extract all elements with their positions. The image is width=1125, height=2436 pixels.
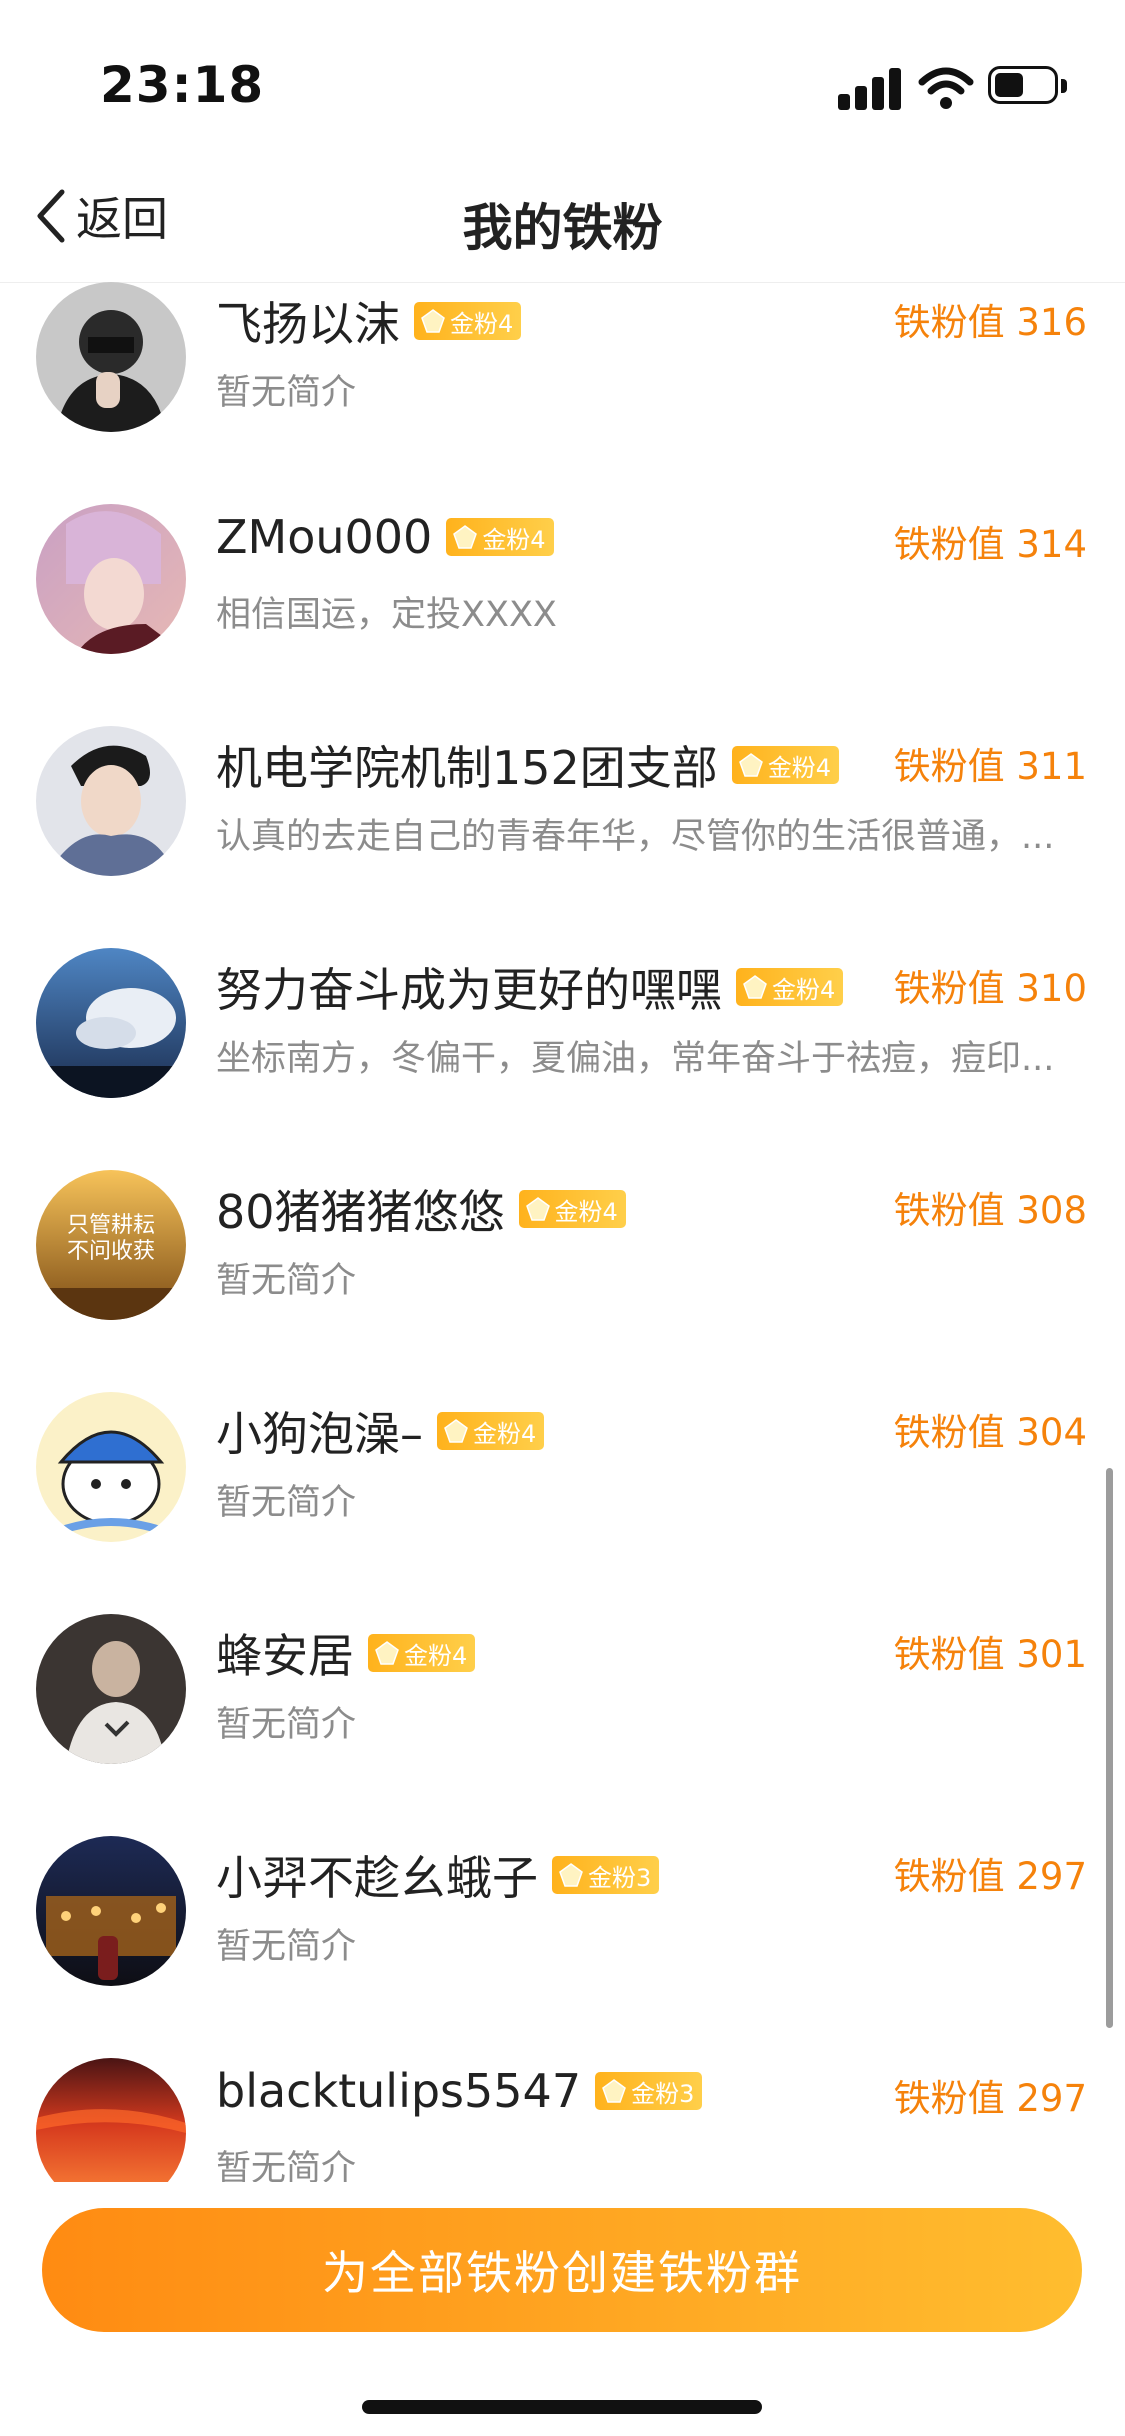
avatar[interactable] (36, 726, 186, 876)
fan-row[interactable]: blacktulips5547 金粉3 暂无简介 铁粉值 297 (0, 2028, 1125, 2182)
fan-name: 小羿不趁幺蛾子 (216, 1851, 538, 1905)
fan-list[interactable]: 飞扬以沫 金粉4 暂无简介 铁粉值 316 ZMou000 金粉4 相信国运，定… (0, 282, 1125, 2182)
avatar-caption: 只管耕耘 (67, 1213, 155, 1238)
fan-row[interactable]: 机电学院机制152团支部 金粉4 认真的去走自己的青春年华，尽管你的生活很普通，… (0, 696, 1125, 918)
fan-name: 小狗泡澡– (216, 1407, 423, 1461)
battery-icon (988, 66, 1068, 108)
fan-score: 铁粉值 310 (893, 967, 1087, 1010)
avatar[interactable] (36, 1614, 186, 1764)
fan-bio: 暂无简介 (216, 373, 357, 413)
fan-score: 铁粉值 304 (893, 1411, 1087, 1454)
avatar[interactable] (36, 1392, 186, 1542)
fan-name: 蜂安居 (216, 1629, 354, 1683)
avatar[interactable] (36, 948, 186, 1098)
fan-level-badge: 金粉4 (414, 302, 522, 340)
fan-level-badge: 金粉4 (736, 968, 844, 1006)
status-time: 23:18 (100, 56, 265, 114)
create-fan-group-button[interactable]: 为全部铁粉创建铁粉群 (42, 2208, 1082, 2332)
fan-score: 铁粉值 301 (893, 1633, 1087, 1676)
fan-row[interactable]: 努力奋斗成为更好的嘿嘿 金粉4 坐标南方，冬偏干，夏偏油，常年奋斗于祛痘，痘印.… (0, 918, 1125, 1140)
fan-score: 铁粉值 297 (893, 1855, 1087, 1898)
wifi-icon (918, 67, 974, 109)
gem-icon (743, 975, 767, 999)
fan-level-badge: 金粉4 (368, 1634, 476, 1672)
gem-icon (453, 525, 478, 549)
create-fan-group-label: 为全部铁粉创建铁粉群 (322, 2246, 802, 2300)
fan-bio: 暂无简介 (216, 1705, 357, 1745)
avatar-caption: 不问收获 (67, 1239, 155, 1264)
fan-name: 机电学院机制152团支部 (216, 741, 718, 795)
fan-row[interactable]: 蜂安居 金粉4 暂无简介 铁粉值 301 (0, 1584, 1125, 1806)
avatar[interactable] (36, 1836, 186, 1986)
avatar[interactable] (36, 2058, 186, 2182)
fan-score: 铁粉值 314 (893, 523, 1087, 566)
gem-icon (738, 753, 763, 777)
fan-level-badge: 金粉4 (518, 1190, 626, 1228)
fan-score: 铁粉值 297 (893, 2077, 1087, 2120)
fan-name: ZMou000 (216, 510, 433, 564)
fan-score: 铁粉值 311 (893, 745, 1087, 788)
gem-icon (559, 1863, 583, 1887)
cellular-signal-icon (838, 66, 902, 110)
fan-level-badge: 金粉3 (552, 1856, 660, 1894)
fan-bio: 相信国运，定投XXXX (216, 595, 557, 635)
fan-row[interactable]: 小羿不趁幺蛾子 金粉3 暂无简介 铁粉值 297 (0, 1806, 1125, 2028)
fan-bio: 暂无简介 (216, 1483, 357, 1523)
navigation-bar: 返回 我的铁粉 (0, 150, 1125, 283)
fan-bio: 认真的去走自己的青春年华，尽管你的生活很普通，... (216, 817, 1055, 857)
fan-level-badge: 金粉4 (731, 746, 840, 784)
fan-name: 80猪猪猪悠悠 (216, 1185, 505, 1239)
fan-level-badge: 金粉4 (446, 518, 554, 556)
home-indicator[interactable] (362, 2400, 762, 2414)
fan-bio: 坐标南方，冬偏干，夏偏油，常年奋斗于祛痘，痘印... (216, 1039, 1055, 1079)
fan-name: 努力奋斗成为更好的嘿嘿 (216, 963, 722, 1017)
fan-bio: 暂无简介 (216, 1261, 357, 1301)
fan-name: 飞扬以沫 (216, 297, 400, 351)
fan-bio: 暂无简介 (216, 2149, 357, 2182)
avatar[interactable]: 只管耕耘 不问收获 (36, 1170, 186, 1320)
fan-name: blacktulips5547 (216, 2064, 582, 2118)
avatar[interactable] (36, 504, 186, 654)
fan-row[interactable]: 只管耕耘 不问收获 80猪猪猪悠悠 金粉4 暂无简介 铁粉值 308 (0, 1140, 1125, 1362)
page-title: 我的铁粉 (462, 199, 663, 257)
scrollbar[interactable] (1106, 1468, 1113, 2028)
status-bar: 23:18 (0, 0, 1125, 150)
fan-row[interactable]: 飞扬以沫 金粉4 暂无简介 铁粉值 316 (0, 282, 1125, 474)
fan-row[interactable]: 小狗泡澡– 金粉4 暂无简介 铁粉值 304 (0, 1362, 1125, 1584)
avatar[interactable] (36, 282, 186, 432)
gem-icon (375, 1641, 399, 1665)
bottom-bar: 为全部铁粉创建铁粉群 (0, 2182, 1125, 2436)
gem-icon (421, 309, 445, 333)
fan-level-badge: 金粉4 (437, 1412, 545, 1450)
fan-score: 铁粉值 308 (893, 1189, 1087, 1232)
fan-bio: 暂无简介 (216, 1927, 357, 1967)
gem-icon (525, 1197, 550, 1221)
fan-level-badge: 金粉3 (595, 2072, 703, 2110)
gem-icon (602, 2079, 626, 2103)
gem-icon (444, 1419, 468, 1443)
fan-row[interactable]: ZMou000 金粉4 相信国运，定投XXXX 铁粉值 314 (0, 474, 1125, 696)
fan-score: 铁粉值 316 (893, 301, 1087, 344)
